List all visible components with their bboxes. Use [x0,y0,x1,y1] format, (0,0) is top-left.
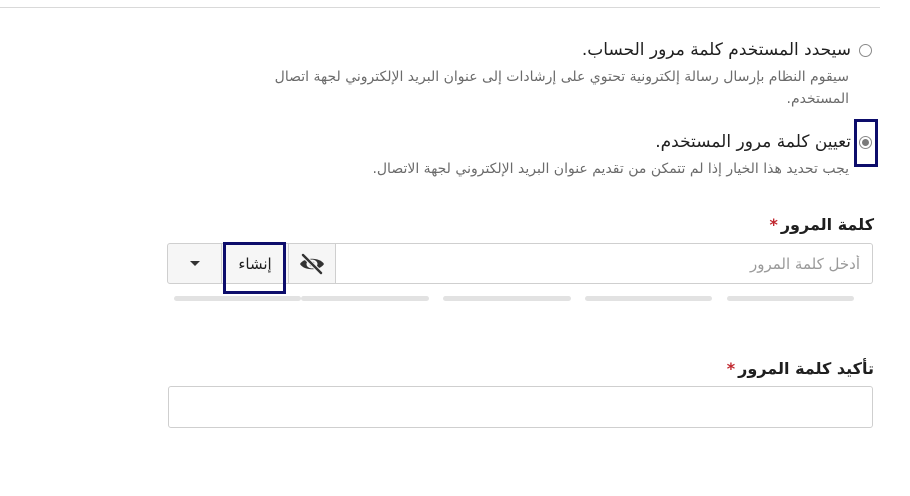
strength-segment-4 [301,296,429,301]
option-label[interactable]: سيحدد المستخدم كلمة مرور الحساب. [582,40,851,60]
strength-segment-2 [585,296,712,301]
password-options-dropdown[interactable] [167,243,222,284]
password-input[interactable] [336,243,873,284]
required-indicator: * [726,359,736,378]
top-divider [0,7,880,8]
option-set-user-password[interactable]: تعيين كلمة مرور المستخدم. يجب تحديد هذا … [212,132,872,180]
caret-down-icon [189,261,200,266]
strength-segment-3 [443,296,571,301]
highlight-box-radio [854,119,878,167]
confirm-password-input[interactable] [168,386,873,428]
option-label[interactable]: تعيين كلمة مرور المستخدم. [655,132,851,152]
option-help-text: سيقوم النظام بإرسال رسالة إلكترونية تحتو… [274,69,849,107]
strength-segment-5 [174,296,301,301]
strength-segment-1 [727,296,854,301]
option-user-sets-password[interactable]: سيحدد المستخدم كلمة مرور الحساب. سيقوم ا… [212,40,872,110]
radio-button-user-sets[interactable] [859,43,872,57]
required-indicator: * [769,215,778,234]
password-label: كلمة المرور* [769,215,874,234]
option-help-text: يجب تحديد هذا الخيار إذا لم تتمكن من تقد… [372,161,849,177]
confirm-password-label: تأكيد كلمة المرور* [727,359,874,378]
password-label-text: كلمة المرور [780,215,874,234]
eye-slash-icon [300,252,324,275]
password-strength-meter [0,296,910,301]
highlight-box-generate [223,242,286,294]
toggle-visibility-button[interactable] [288,243,336,284]
confirm-password-label-text: تأكيد كلمة المرور [738,359,874,378]
user-password-form: سيحدد المستخدم كلمة مرور الحساب. سيقوم ا… [0,0,910,496]
